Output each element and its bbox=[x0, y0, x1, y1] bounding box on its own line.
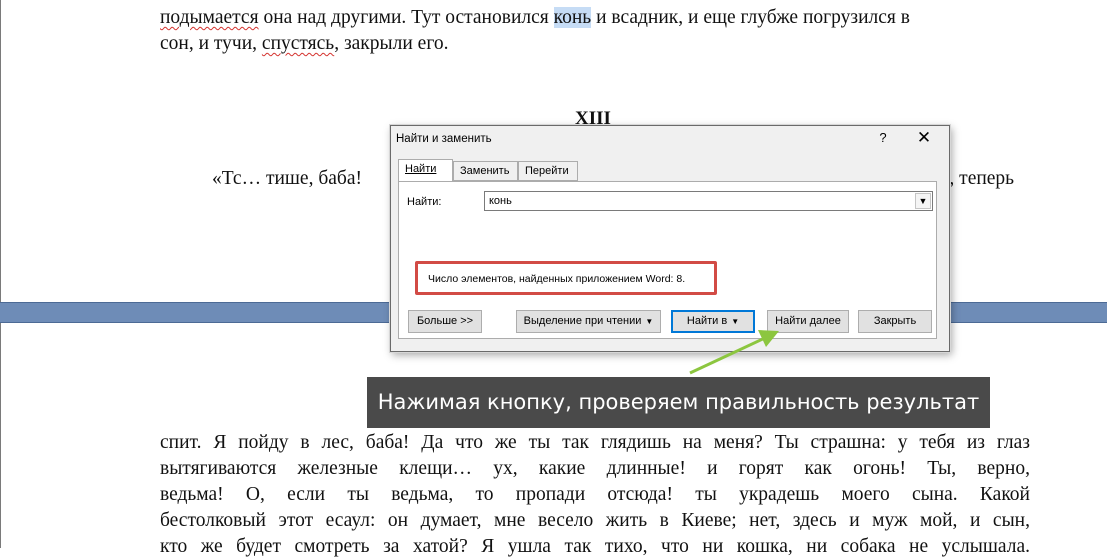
misspelled-word: спустясь bbox=[261, 33, 335, 54]
chevron-down-icon[interactable]: ▼ bbox=[915, 193, 931, 209]
doc-line-b1: спит. Я пойду в лес, баба! Да что же ты … bbox=[160, 432, 1030, 453]
page-left-border bbox=[0, 323, 1, 548]
tab-find[interactable]: Найти bbox=[398, 159, 453, 181]
page-left-border bbox=[0, 0, 1, 302]
tab-goto[interactable]: Перейти bbox=[518, 161, 578, 181]
find-in-button[interactable]: Найти в ▼ bbox=[671, 310, 755, 333]
quote-start-right: і, теперь bbox=[944, 168, 1015, 189]
find-input-value: конь bbox=[489, 195, 512, 207]
status-message-box: Число элементов, найденных приложением W… bbox=[415, 261, 717, 295]
document-page-bottom[interactable]: спит. Я пойду в лес, баба! Да что же ты … bbox=[0, 323, 1107, 557]
doc-line-b3: ведьма! О, если ты ведьма, то пропади от… bbox=[160, 484, 1030, 505]
help-button[interactable]: ? bbox=[875, 130, 891, 148]
status-message: Число элементов, найденных приложением W… bbox=[428, 273, 686, 285]
search-highlight: конь bbox=[553, 7, 592, 28]
find-next-button[interactable]: Найти далее bbox=[767, 310, 849, 333]
find-label: Найти: bbox=[407, 196, 442, 208]
doc-line-b4: бестолковый этот есаул: он думает, мне в… bbox=[160, 510, 1030, 531]
doc-line-2: сон, и тучи, спустясь, закрыли его. bbox=[160, 33, 449, 54]
doc-line-1: подымается она над другими. Тут останови… bbox=[160, 7, 910, 28]
find-replace-dialog: Найти и заменить ? ✕ Найти Заменить Пере… bbox=[390, 125, 950, 352]
find-input[interactable]: конь ▼ bbox=[484, 191, 933, 211]
dropdown-caret-icon: ▼ bbox=[731, 317, 740, 326]
dialog-title: Найти и заменить bbox=[396, 133, 492, 145]
more-button[interactable]: Больше >> bbox=[408, 310, 482, 333]
dropdown-caret-icon: ▼ bbox=[645, 317, 654, 326]
close-button[interactable]: Закрыть bbox=[858, 310, 932, 333]
reading-highlight-button[interactable]: Выделение при чтении ▼ bbox=[516, 310, 661, 333]
doc-line-b2: вытягиваются железные клещи… ух, какие д… bbox=[160, 458, 1030, 479]
tab-replace[interactable]: Заменить bbox=[453, 161, 518, 181]
annotation-callout: Нажимая кнопку, проверяем правильность р… bbox=[367, 377, 990, 428]
doc-line-b5: кто же будет смотреть за хатой? Я ушла т… bbox=[160, 536, 1030, 557]
quote-start-left: «Тс… тише, баба! bbox=[212, 168, 362, 189]
misspelled-word: подымается bbox=[160, 7, 259, 28]
close-icon[interactable]: ✕ bbox=[913, 128, 935, 148]
